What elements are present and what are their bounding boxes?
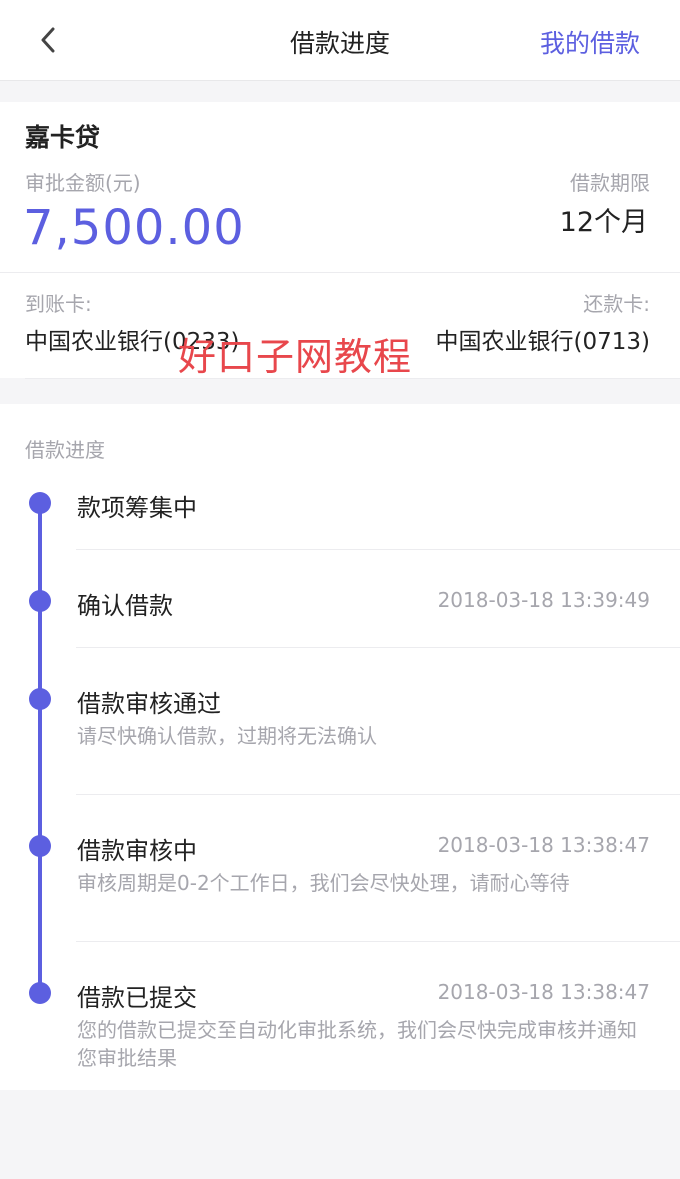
timeline-dot	[29, 688, 51, 710]
step-title: 款项筹集中	[77, 494, 197, 522]
step-description: 您的借款已提交至自动化审批系统，我们会尽快完成审核并通知您审批结果	[77, 1018, 637, 1070]
step-time: 2018-03-18 13:38:47	[437, 980, 650, 1004]
approved-amount: 7,500.00	[23, 200, 245, 256]
my-loans-link[interactable]: 我的借款	[540, 24, 640, 60]
step-title: 确认借款	[77, 592, 173, 620]
timeline-dot	[29, 492, 51, 514]
product-name: 嘉卡贷	[25, 123, 101, 152]
timeline-dot	[29, 590, 51, 612]
timeline-dot	[29, 835, 51, 857]
loan-term: 12个月	[559, 207, 648, 238]
progress-card: 借款进度 款项筹集中 确认借款 2018-03-18 13:39:49 借款审核…	[0, 404, 680, 1090]
step-divider	[76, 941, 680, 942]
step-description: 审核周期是0-2个工作日，我们会尽快处理，请耐心等待	[77, 871, 570, 895]
amount-label: 审批金额(元)	[25, 171, 141, 195]
watermark-text: 好口子网教程	[178, 335, 413, 379]
step-divider	[76, 794, 680, 795]
timeline-line	[38, 502, 42, 992]
step-description: 请尽快确认借款，过期将无法确认	[77, 724, 377, 748]
step-title: 借款审核中	[77, 837, 197, 865]
timeline-dot	[29, 982, 51, 1004]
repay-card-label: 还款卡:	[583, 292, 650, 316]
step-title: 借款审核通过	[77, 690, 221, 718]
step-divider	[76, 549, 680, 550]
section-title: 借款进度	[25, 438, 105, 462]
receive-card-label: 到账卡:	[25, 292, 92, 316]
term-label: 借款期限	[570, 171, 650, 195]
step-divider	[76, 647, 680, 648]
step-title: 借款已提交	[77, 984, 197, 1012]
repay-card: 中国农业银行(0713)	[435, 329, 650, 355]
step-time: 2018-03-18 13:39:49	[437, 588, 650, 612]
step-time: 2018-03-18 13:38:47	[437, 833, 650, 857]
divider	[0, 272, 680, 273]
nav-bar: 借款进度 我的借款	[0, 0, 680, 81]
